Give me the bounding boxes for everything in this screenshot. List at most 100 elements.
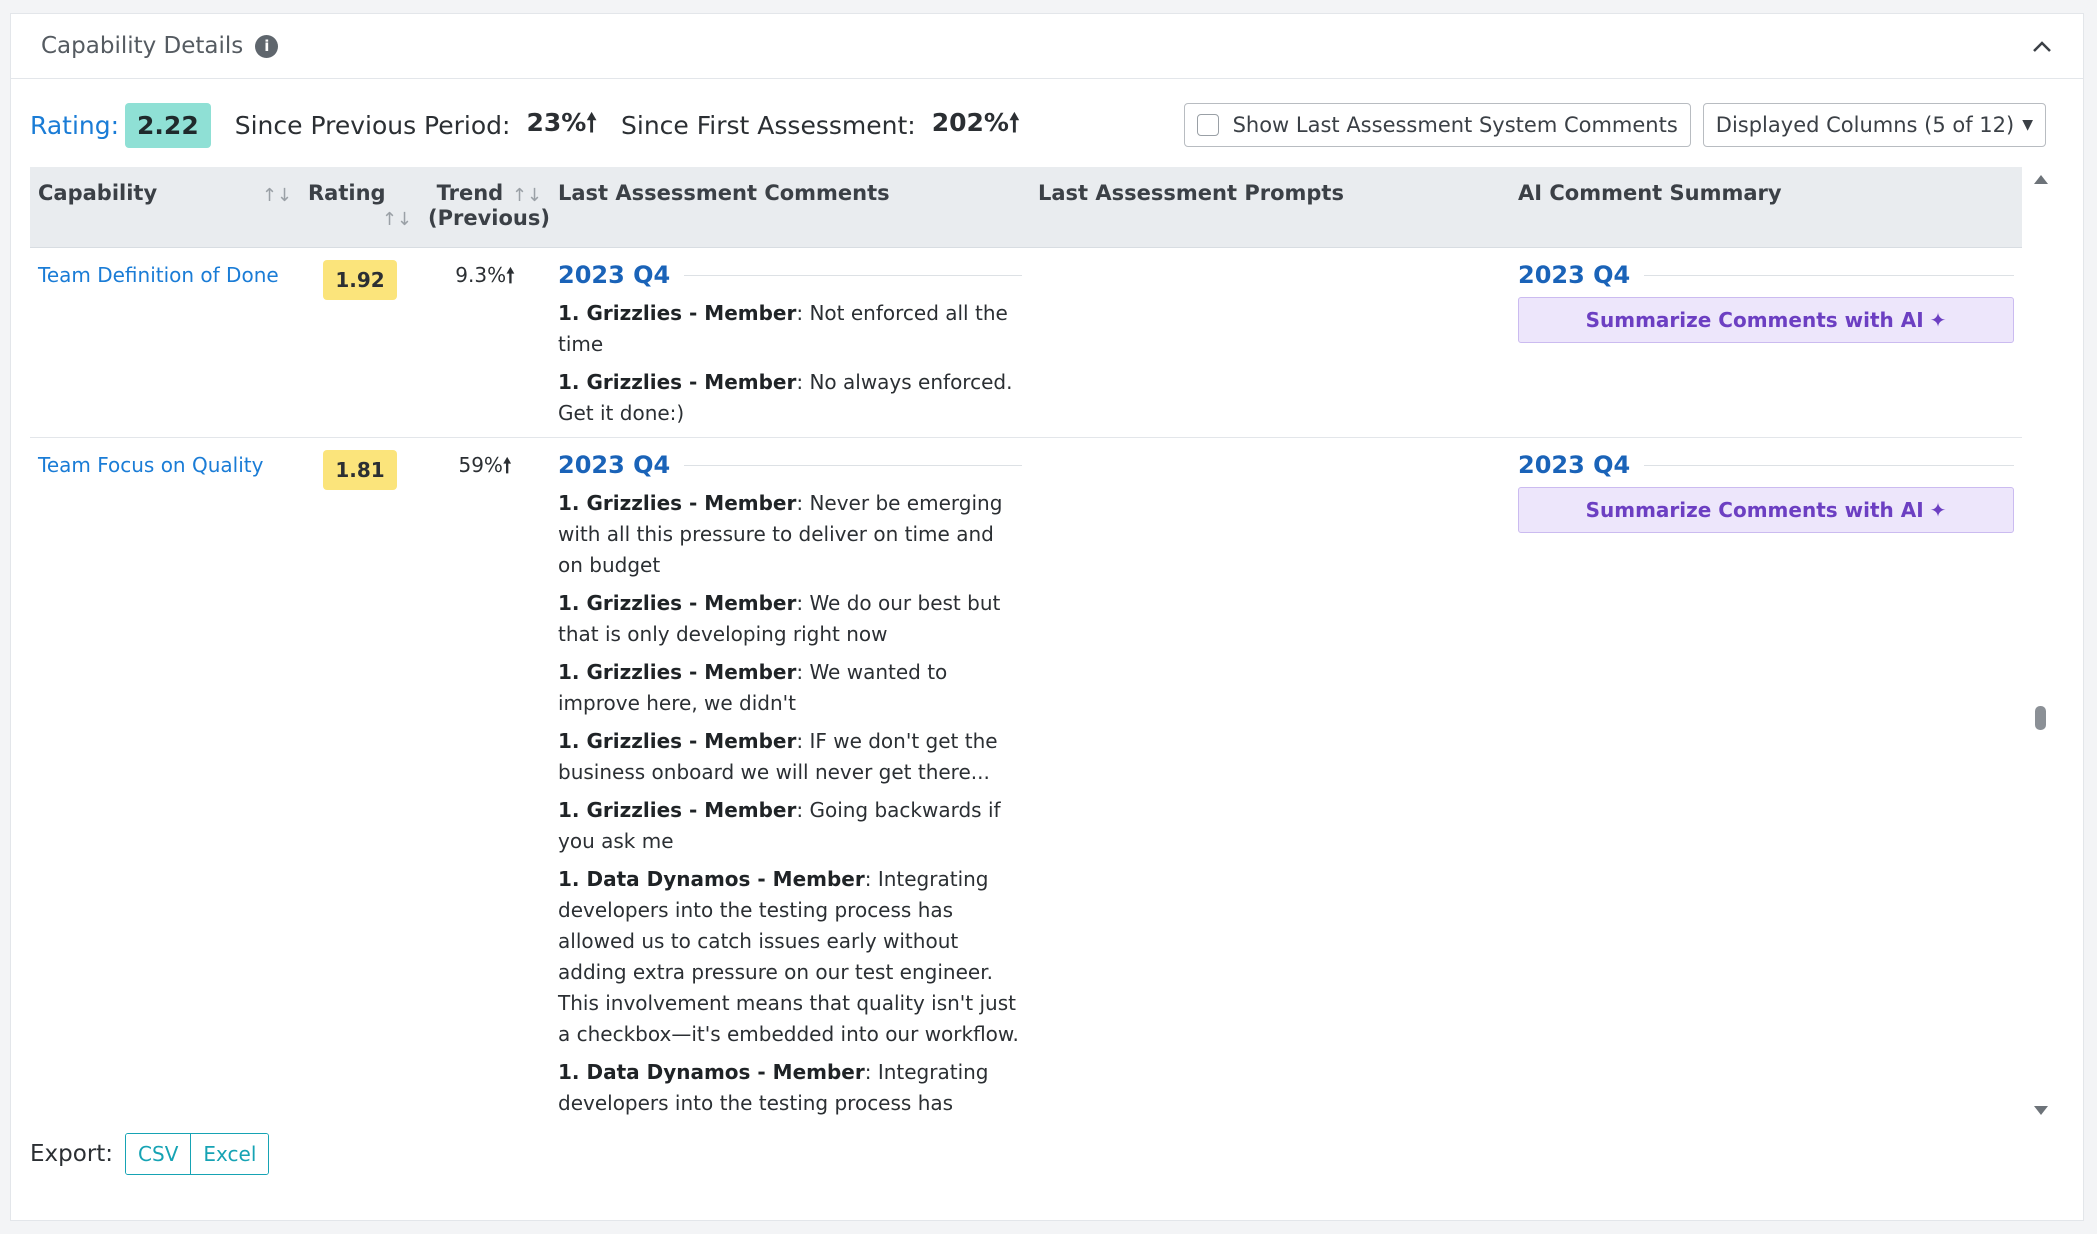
column-header-ai-comment-summary: AI Comment Summary: [1510, 167, 2022, 248]
sparkle-icon: ✦: [1929, 307, 1947, 332]
assessment-comment: 1. Grizzlies - Member: Never be emerging…: [558, 488, 1022, 581]
scroll-thumb[interactable]: [2035, 706, 2046, 730]
comment-author: 1. Grizzlies - Member: [558, 797, 797, 822]
comment-author: 1. Data Dynamos - Member: [558, 866, 865, 891]
capability-cell: Team Focus on Quality: [30, 437, 300, 1125]
period-heading: 2023 Q4: [1518, 260, 2014, 291]
arrow-up-icon: 🠕: [1008, 107, 1020, 137]
comment-author: 1. Grizzlies - Member: [558, 659, 797, 684]
prompts-cell: [1030, 437, 1510, 1125]
summary-row: Rating: 2.22 Since Previous Period: 23%🠕…: [30, 95, 2046, 155]
sort-icon[interactable]: ↑↓: [382, 209, 412, 230]
ai-summary-cell: 2023 Q4 Summarize Comments with AI ✦: [1510, 437, 2022, 1125]
comment-author: 1. Data Dynamos - Member: [558, 1059, 865, 1084]
info-icon[interactable]: i: [255, 34, 279, 58]
rating-label: Rating:: [30, 110, 120, 140]
capability-link[interactable]: Team Definition of Done: [38, 263, 279, 287]
column-header-last-assessment-comments: Last Assessment Comments: [550, 167, 1030, 248]
capability-link[interactable]: Team Focus on Quality: [38, 453, 263, 477]
arrow-up-icon: 🠕: [502, 452, 512, 477]
sort-icon[interactable]: ↑↓: [512, 185, 542, 206]
export-row: Export: CSV Excel: [30, 1133, 270, 1175]
summarize-comments-button[interactable]: Summarize Comments with AI ✦: [1518, 486, 2014, 533]
trend-value: 59%: [458, 452, 503, 477]
column-header-rating[interactable]: Rating ↑↓: [300, 167, 420, 248]
sparkle-icon: ✦: [1929, 497, 1947, 522]
rating-pill: 1.92: [323, 259, 397, 300]
period-label: 2023 Q4: [1518, 450, 1631, 479]
since-previous-value: 23%🠕: [526, 107, 598, 137]
ai-summary-cell: 2023 Q4 Summarize Comments with AI ✦: [1510, 247, 2022, 438]
export-excel-button[interactable]: Excel: [190, 1134, 269, 1174]
show-comments-checkbox[interactable]: [1196, 114, 1219, 136]
column-header-last-assessment-prompts: Last Assessment Prompts: [1030, 167, 1510, 248]
vertical-scrollbar[interactable]: [2030, 175, 2050, 1115]
comments-cell: 2023 Q4 1. Grizzlies - Member: Never be …: [550, 437, 1030, 1125]
period-divider: [684, 464, 1022, 466]
card-header: Capability Details i: [11, 14, 2083, 79]
period-label: 2023 Q4: [1518, 260, 1631, 289]
column-header-capability[interactable]: Capability ↑↓: [30, 167, 300, 248]
capability-table-wrap: Capability ↑↓ Rating ↑↓ ↑↓ Trend (Previous) …: [30, 167, 2022, 1125]
comments-cell: 2023 Q4 1. Grizzlies - Member: Not enfor…: [550, 247, 1030, 438]
summarize-button-label: Summarize Comments with AI: [1585, 307, 1924, 332]
period-label: 2023 Q4: [558, 260, 671, 289]
period-divider: [1644, 464, 2014, 466]
displayed-columns-label: Displayed Columns (5 of 12): [1715, 113, 2015, 137]
rating-pill: 1.81: [323, 449, 397, 490]
period-heading: 2023 Q4: [558, 260, 1022, 291]
comment-author: 1. Grizzlies - Member: [558, 590, 797, 615]
trend-cell: 59%🠕: [420, 437, 550, 1125]
comment-author: 1. Grizzlies - Member: [558, 490, 797, 515]
assessment-comment: 1. Grizzlies - Member: Not enforced all …: [558, 298, 1022, 360]
table-header-row: Capability ↑↓ Rating ↑↓ ↑↓ Trend (Previous) …: [30, 167, 2022, 248]
comment-text: : Integrating developers into the testin…: [558, 866, 1019, 1046]
assessment-comment: 1. Grizzlies - Member: Going backwards i…: [558, 795, 1022, 857]
capability-cell: Team Definition of Done: [30, 247, 300, 438]
assessment-comment: 1. Grizzlies - Member: IF we don't get t…: [558, 726, 1022, 788]
scroll-down-arrow-icon[interactable]: [2034, 1106, 2048, 1115]
trend-cell: 9.3%🠕: [420, 247, 550, 438]
comment-author: 1. Grizzlies - Member: [558, 728, 797, 753]
period-divider: [684, 274, 1022, 276]
rating-cell: 1.92: [300, 247, 420, 438]
trend-value: 9.3%: [455, 262, 507, 287]
since-previous-label: Since Previous Period:: [234, 110, 511, 140]
summarize-button-label: Summarize Comments with AI: [1585, 497, 1924, 522]
export-button-group: CSV Excel: [125, 1133, 270, 1175]
since-first-value: 202%🠕: [931, 107, 1020, 137]
table-row: Team Focus on Quality 1.81 59%🠕 2023 Q4 …: [30, 437, 2022, 1125]
arrow-up-icon: 🠕: [586, 107, 598, 137]
show-comments-label: Show Last Assessment System Comments: [1232, 113, 1678, 137]
sort-icon[interactable]: ↑↓: [262, 185, 292, 206]
period-label: 2023 Q4: [558, 450, 671, 479]
rating-cell: 1.81: [300, 437, 420, 1125]
rating-badge: 2.22: [125, 102, 211, 148]
displayed-columns-dropdown[interactable]: Displayed Columns (5 of 12) ▼: [1702, 103, 2046, 147]
show-comments-toggle[interactable]: Show Last Assessment System Comments: [1183, 103, 1691, 147]
arrow-up-icon: 🠕: [506, 262, 515, 287]
assessment-comment: 1. Grizzlies - Member: No always enforce…: [558, 367, 1022, 429]
caret-down-icon: ▼: [2022, 117, 2033, 133]
assessment-comment: 1. Grizzlies - Member: We wanted to impr…: [558, 657, 1022, 719]
toolbar: Show Last Assessment System Comments Dis…: [1183, 103, 2046, 147]
comment-author: 1. Grizzlies - Member: [558, 300, 797, 325]
period-heading: 2023 Q4: [558, 450, 1022, 481]
period-heading: 2023 Q4: [1518, 450, 2014, 481]
assessment-comment: 1. Data Dynamos - Member: Integrating de…: [558, 1057, 1022, 1126]
card-title: Capability Details: [41, 33, 244, 59]
export-csv-button[interactable]: CSV: [126, 1134, 191, 1174]
export-label: Export:: [30, 1141, 114, 1167]
summarize-comments-button[interactable]: Summarize Comments with AI ✦: [1518, 296, 2014, 343]
column-header-trend[interactable]: ↑↓ Trend (Previous): [420, 167, 550, 248]
comment-author: 1. Grizzlies - Member: [558, 369, 797, 394]
assessment-comment: 1. Grizzlies - Member: We do our best bu…: [558, 588, 1022, 650]
prompts-cell: [1030, 247, 1510, 438]
chevron-up-icon[interactable]: [2031, 36, 2053, 58]
capability-table: Capability ↑↓ Rating ↑↓ ↑↓ Trend (Previous) …: [30, 167, 2022, 1125]
assessment-comment: 1. Data Dynamos - Member: Integrating de…: [558, 864, 1022, 1050]
table-row: Team Definition of Done 1.92 9.3%🠕 2023 …: [30, 247, 2022, 438]
scroll-up-arrow-icon[interactable]: [2034, 175, 2048, 184]
period-divider: [1644, 274, 2014, 276]
since-first-label: Since First Assessment:: [621, 110, 916, 140]
